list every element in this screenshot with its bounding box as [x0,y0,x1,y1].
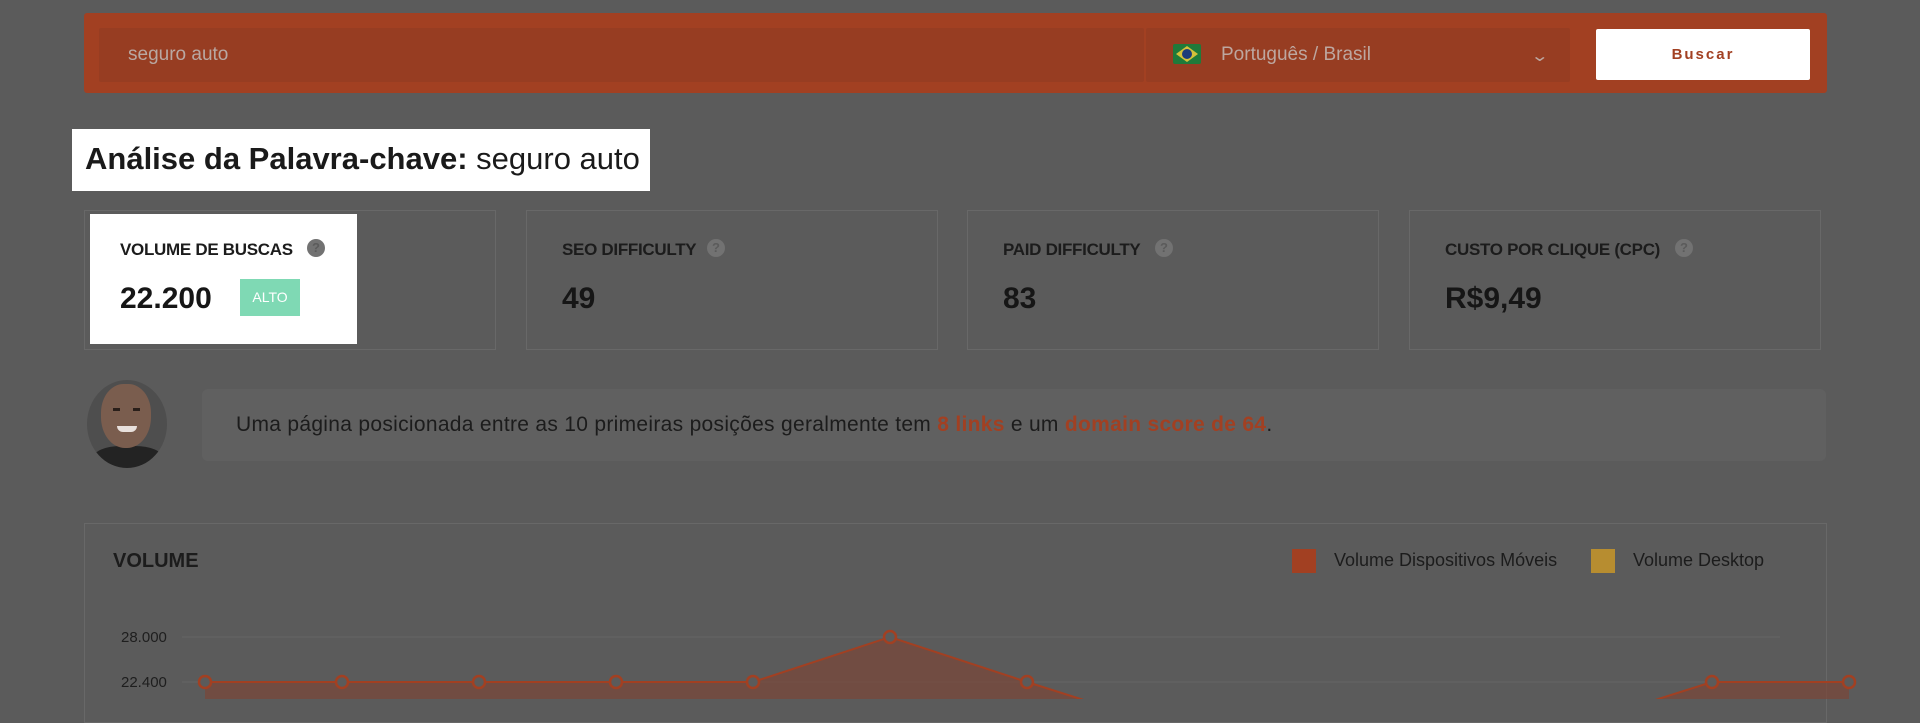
metric-label-paid-difficulty: PAID DIFFICULTY [1003,240,1141,259]
tip-text-part: Uma página posicionada entre as 10 prime… [236,413,938,436]
volume-level-badge: ALTO [240,279,300,316]
tip-domain-score-highlight: domain score de 64 [1064,413,1267,436]
metric-card-seo-difficulty [526,210,938,350]
legend-label-desktop: Volume Desktop [1633,550,1765,570]
help-icon[interactable]: ? [1155,239,1173,257]
data-point[interactable] [197,674,213,690]
author-avatar [87,380,167,468]
data-point[interactable] [608,674,624,690]
data-point[interactable] [745,674,761,690]
series-area-mobile [205,637,1849,699]
metric-label-seo-difficulty: SEO DIFFICULTY [562,240,697,259]
metric-value-cpc: R$9,49 [1445,282,1542,315]
legend-swatch-desktop [1591,549,1615,573]
legend-label-mobile: Volume Dispositivos Móveis [1334,550,1558,570]
search-button[interactable]: Buscar [1596,29,1810,80]
y-tick-label: 22.400 [121,674,167,691]
brazil-flag-icon [1173,44,1201,64]
keyword-search-input[interactable]: seguro auto [99,28,1144,82]
chart-title: VOLUME [113,550,199,572]
help-icon[interactable]: ? [307,239,325,257]
page-title: Análise da Palavra-chave: seguro auto [72,129,650,191]
data-point[interactable] [334,674,350,690]
metric-card-paid-difficulty [967,210,1379,350]
data-point[interactable] [1841,674,1857,690]
page-title-prefix: Análise da Palavra-chave: [85,141,468,176]
tip-text: Uma página posicionada entre as 10 prime… [236,389,1272,461]
data-point[interactable] [1019,674,1035,690]
chevron-down-icon[interactable]: ⌄ [1530,46,1549,66]
page-title-keyword: seguro auto [467,141,640,176]
help-icon[interactable]: ? [707,239,725,257]
help-icon[interactable]: ? [1675,239,1693,257]
data-point[interactable] [471,674,487,690]
metric-card-cpc [1409,210,1821,350]
search-volume-highlight [90,214,357,344]
metric-value-seo-difficulty: 49 [562,282,596,315]
data-point[interactable] [1704,674,1720,690]
volume-chart: 28.000 22.400 [121,629,1857,699]
tip-links-highlight: 8 links [937,413,1005,436]
language-select-label: Português / Brasil [1221,44,1371,65]
metric-label-cpc: CUSTO POR CLIQUE (CPC) [1445,240,1661,259]
legend-swatch-mobile [1292,549,1316,573]
y-tick-label: 28.000 [121,629,167,646]
tip-text-part: e um [1004,413,1065,436]
metric-label-search-volume: VOLUME DE BUSCAS [120,240,293,259]
data-point[interactable] [882,629,898,645]
metric-value-search-volume: 22.200 [120,282,212,315]
tip-text-part: . [1266,413,1273,436]
metric-value-paid-difficulty: 83 [1003,282,1037,315]
